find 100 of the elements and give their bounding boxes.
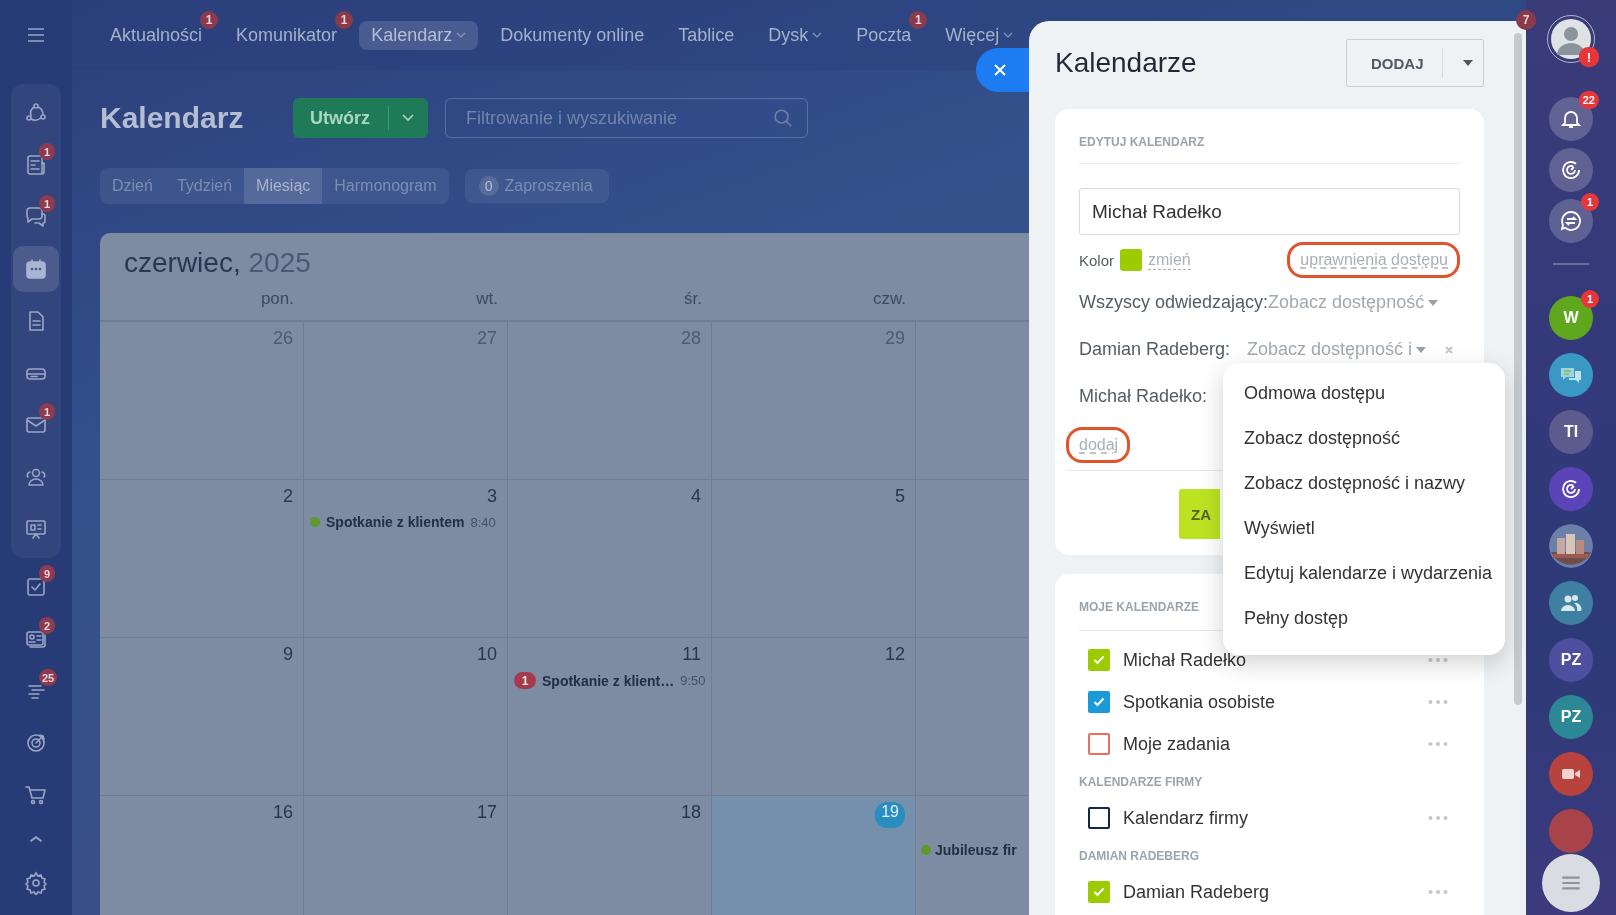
scrollbar[interactable] bbox=[1514, 33, 1522, 705]
day-cell[interactable]: 5 bbox=[712, 480, 916, 638]
swirl-icon bbox=[1559, 158, 1583, 182]
check-icon bbox=[1093, 655, 1105, 665]
chat-button[interactable] bbox=[1549, 467, 1593, 511]
nav-tab[interactable]: Tablice bbox=[666, 20, 747, 50]
section-heading: EDYTUJ KALENDARZ bbox=[1079, 135, 1460, 164]
day-cell[interactable]: 2 bbox=[100, 480, 304, 638]
section-heading: DAMIAN RADEBERG bbox=[1079, 848, 1200, 865]
view-tab[interactable]: Harmonogram bbox=[322, 168, 449, 204]
checkbox[interactable] bbox=[1088, 649, 1110, 671]
event-entry[interactable]: Jubileusz fir bbox=[921, 842, 1029, 858]
event-entry[interactable]: Spotkanie z klientem 8:40 bbox=[310, 514, 497, 530]
checkbox[interactable] bbox=[1088, 691, 1110, 713]
view-tab[interactable]: Miesiąc bbox=[244, 168, 323, 204]
count-badge: 1 bbox=[1581, 290, 1599, 308]
color-label: Kolor bbox=[1079, 251, 1115, 269]
save-button[interactable]: ZA bbox=[1179, 489, 1220, 539]
name-field[interactable]: Michał Radełko bbox=[1079, 188, 1460, 235]
weekday-label: pon. bbox=[260, 289, 294, 308]
more-icon[interactable] bbox=[1428, 889, 1448, 895]
board-icon bbox=[24, 517, 48, 541]
day-cell[interactable]: 11 1 Spotkanie z klient… 9:50 bbox=[508, 638, 712, 796]
check-icon bbox=[1093, 697, 1105, 707]
day-cell[interactable]: 19 bbox=[712, 796, 916, 915]
event-time: 9:50 bbox=[680, 673, 706, 688]
access-level-select[interactable]: Zobacz dostępność i bbox=[1246, 339, 1426, 360]
count-badge: 1 bbox=[909, 10, 928, 29]
count-badge: 1 bbox=[39, 195, 55, 212]
rail-button[interactable] bbox=[1549, 148, 1593, 192]
nav-tab[interactable]: Dokumenty online bbox=[488, 20, 657, 50]
day-cell[interactable]: 4 bbox=[508, 480, 712, 638]
chat-avatar[interactable]: TI bbox=[1549, 410, 1593, 454]
sidebar-button[interactable]: 1 bbox=[13, 402, 59, 448]
add-link[interactable]: dodaj bbox=[1066, 427, 1131, 463]
checkbox[interactable] bbox=[1088, 881, 1110, 903]
rail-button[interactable] bbox=[1549, 97, 1593, 141]
checkbox[interactable] bbox=[1088, 733, 1110, 755]
day-number: 10 bbox=[476, 644, 497, 666]
close-button[interactable] bbox=[976, 48, 1029, 92]
day-cell[interactable]: 3 Spotkanie z klientem 8:40 bbox=[304, 480, 508, 638]
sidebar-button[interactable]: 1 bbox=[13, 142, 59, 188]
weekday-label: śr. bbox=[684, 289, 702, 308]
chat-button[interactable] bbox=[1549, 581, 1593, 625]
day-number: 3 bbox=[487, 486, 497, 508]
sidebar-button[interactable]: 25 bbox=[13, 668, 59, 714]
chat-button[interactable] bbox=[1549, 752, 1593, 796]
chat-arrows-icon bbox=[1559, 209, 1583, 233]
chat-button[interactable] bbox=[1549, 353, 1593, 397]
day-cell[interactable]: 9 bbox=[100, 638, 304, 796]
day-cell[interactable]: 17 bbox=[304, 796, 508, 915]
remove-icon[interactable] bbox=[1444, 344, 1454, 355]
access-user-label: Wszyscy odwiedzający: bbox=[1079, 292, 1269, 313]
month-title: czerwiec, bbox=[124, 247, 241, 278]
checkbox[interactable] bbox=[1088, 807, 1110, 829]
section-heading: KALENDARZE FIRMY bbox=[1079, 774, 1204, 791]
event-time: 8:40 bbox=[470, 514, 496, 530]
chat-avatar[interactable]: PZ bbox=[1549, 638, 1593, 682]
chat-avatar[interactable]: PZ bbox=[1549, 695, 1593, 739]
search-icon[interactable] bbox=[772, 107, 794, 129]
menu-item[interactable]: Zobacz dostępność bbox=[1223, 416, 1505, 461]
more-icon[interactable] bbox=[1428, 815, 1448, 821]
create-button[interactable]: Utwórz bbox=[293, 98, 428, 138]
chevron-up-icon bbox=[30, 836, 42, 842]
event-title: Spotkanie z klient… bbox=[542, 672, 675, 689]
weekday-label: czw. bbox=[872, 289, 906, 308]
chat-avatar[interactable] bbox=[1549, 809, 1593, 853]
count-badge: 1 bbox=[335, 10, 354, 29]
count-badge: 1 bbox=[39, 143, 55, 160]
rail-button[interactable] bbox=[1549, 199, 1593, 243]
menu-item[interactable]: Zobacz dostępność i nazwy bbox=[1223, 461, 1505, 506]
sidebar-button[interactable]: 9 bbox=[13, 564, 59, 610]
change-link[interactable]: zmień bbox=[1148, 250, 1191, 270]
day-cell[interactable]: 10 bbox=[304, 638, 508, 796]
nav-tab[interactable]: Dysk bbox=[756, 20, 835, 50]
day-cell[interactable]: Jubileusz fir bbox=[916, 796, 1029, 915]
day-number: 11 bbox=[682, 644, 701, 666]
view-tab[interactable]: Dzień bbox=[100, 168, 165, 204]
menu-item[interactable]: Wyświetl bbox=[1223, 506, 1505, 551]
menu-item[interactable]: Odmowa dostępu bbox=[1223, 371, 1505, 416]
access-link[interactable]: uprawnienia dostępu bbox=[1287, 242, 1460, 278]
nav-tab[interactable]: Kalendarz bbox=[359, 20, 479, 50]
more-icon[interactable] bbox=[1428, 741, 1448, 747]
access-level-select[interactable]: Zobacz dostępność bbox=[1268, 292, 1439, 313]
more-icon[interactable] bbox=[1428, 699, 1448, 705]
sidebar-button[interactable]: 2 bbox=[13, 616, 59, 662]
close-icon bbox=[992, 62, 1008, 78]
day-number: 5 bbox=[895, 486, 905, 508]
day-cell[interactable]: 16 bbox=[100, 796, 304, 915]
cart-icon bbox=[24, 783, 48, 807]
sidebar-button[interactable] bbox=[13, 246, 59, 292]
color-swatch[interactable] bbox=[1120, 249, 1143, 271]
day-number: 18 bbox=[680, 802, 701, 824]
invitations-button[interactable]: 0 Zaproszenia bbox=[464, 169, 609, 203]
view-tab[interactable]: Tydzień bbox=[164, 168, 245, 204]
add-button[interactable]: DODAJ bbox=[1346, 39, 1484, 87]
caret-down-icon bbox=[1462, 60, 1473, 66]
sidebar-button[interactable]: 1 bbox=[13, 194, 59, 240]
more-icon[interactable] bbox=[1428, 657, 1448, 663]
count-badge: 2 bbox=[39, 617, 55, 634]
